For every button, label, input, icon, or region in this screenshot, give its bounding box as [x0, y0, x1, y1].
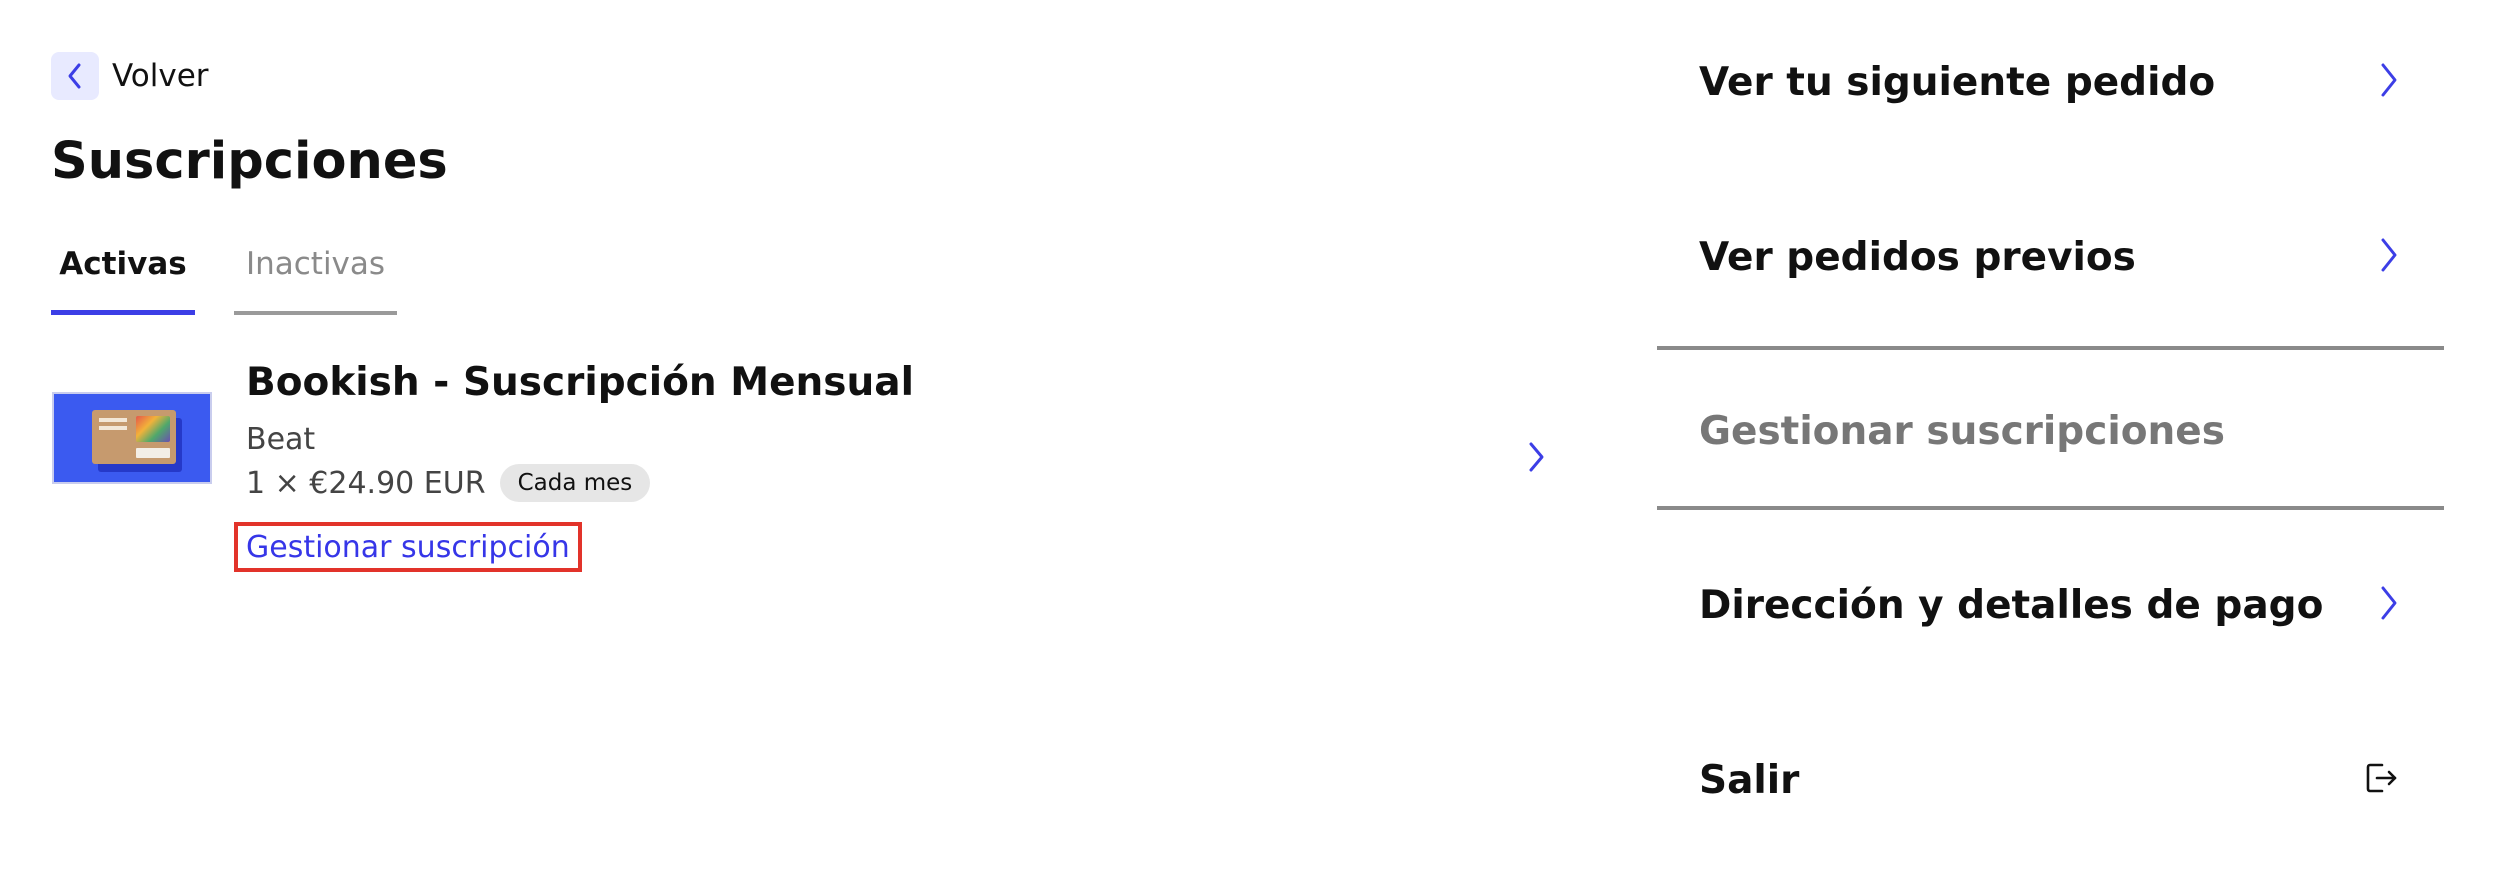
tab-inactivas[interactable]: Inactivas	[234, 238, 397, 315]
subscription-title: Bookish - Suscripción Mensual	[246, 360, 914, 405]
box-label	[136, 448, 170, 458]
chevron-right-icon	[2378, 584, 2400, 626]
tab-activas[interactable]: Activas	[51, 238, 195, 315]
tab-label: Inactivas	[245, 246, 386, 282]
back-button[interactable]: Volver	[51, 52, 209, 100]
menu-label: Ver tu siguiente pedido	[1699, 59, 2216, 105]
menu-label: Gestionar suscripciones	[1699, 408, 2225, 454]
menu-label: Salir	[1699, 757, 1800, 803]
product-image	[52, 392, 212, 484]
subscription-price: 1 × €24.90 EUR	[246, 465, 486, 501]
menu-divider	[1657, 346, 2444, 350]
box-text-lines	[99, 418, 127, 422]
tab-label: Activas	[59, 246, 187, 282]
chevron-right-icon	[2378, 61, 2400, 103]
menu-address-payment[interactable]: Dirección y detalles de pago	[1657, 555, 2444, 655]
price-row: 1 × €24.90 EUR Cada mes	[246, 464, 651, 502]
chevron-right-icon	[2378, 236, 2400, 278]
menu-manage-subscriptions[interactable]: Gestionar suscripciones	[1657, 381, 2444, 481]
frequency-badge: Cada mes	[499, 464, 651, 502]
box-artwork	[136, 416, 170, 442]
logout-icon	[2362, 759, 2400, 801]
subscription-chevron-right-icon[interactable]	[1526, 440, 1548, 478]
back-label: Volver	[112, 58, 209, 94]
menu-next-order[interactable]: Ver tu siguiente pedido	[1657, 32, 2444, 132]
menu-label: Ver pedidos previos	[1699, 234, 2136, 280]
page: Volver Suscripciones Activas Inactivas B…	[0, 0, 2496, 892]
chevron-left-icon	[51, 52, 99, 100]
product-box	[92, 410, 176, 464]
subscription-variant: Beat	[246, 422, 316, 457]
page-title: Suscripciones	[51, 132, 448, 191]
manage-subscription-label: Gestionar suscripción	[246, 529, 570, 565]
menu-label: Dirección y detalles de pago	[1699, 582, 2324, 628]
menu-divider	[1657, 506, 2444, 510]
menu-logout[interactable]: Salir	[1657, 730, 2444, 830]
manage-subscription-link[interactable]: Gestionar suscripción	[234, 522, 582, 572]
menu-previous-orders[interactable]: Ver pedidos previos	[1657, 207, 2444, 307]
